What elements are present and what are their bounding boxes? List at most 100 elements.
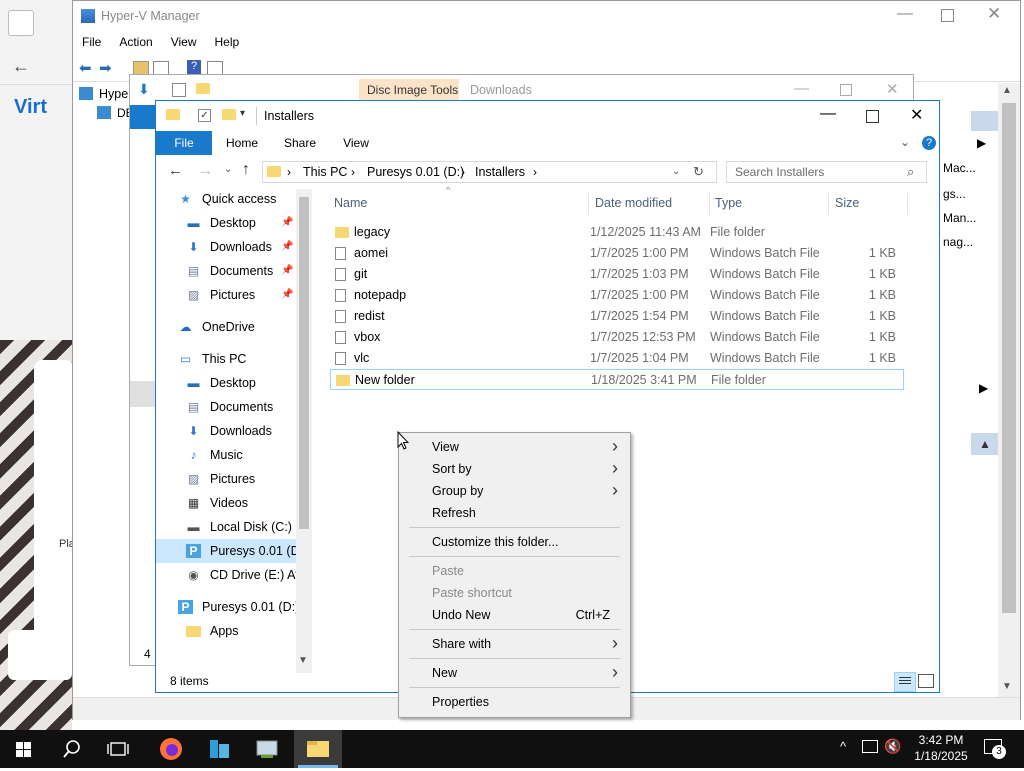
address-bar[interactable]: › This PC › Puresys 0.01 (D:) › Installe… [262, 161, 717, 183]
refresh-icon[interactable]: ↻ [693, 164, 704, 180]
nav-item[interactable]: ▤ Documents [156, 395, 296, 419]
expand-right-icon[interactable]: ▶ [979, 381, 988, 395]
action-item-2[interactable]: gs... [943, 187, 966, 201]
context-menu-item[interactable]: Group by › [399, 480, 630, 502]
context-menu-item[interactable]: Share with › [399, 633, 630, 655]
menu-view[interactable]: View [162, 32, 206, 52]
file-explorer-icon[interactable] [294, 730, 342, 768]
tab-view[interactable]: View [334, 131, 378, 155]
context-menu-item[interactable]: New › [399, 662, 630, 684]
hyperv-tree-item[interactable]: Hyper [99, 87, 132, 101]
column-name[interactable]: Name [334, 189, 367, 217]
context-menu-item[interactable]: Undo New Ctrl+Z [399, 604, 630, 626]
nav-item[interactable]: ☁ OneDrive [156, 315, 296, 339]
recent-locations-icon[interactable]: ⌄ [224, 164, 232, 175]
file-row[interactable]: git 1/7/2025 1:03 PM Windows Batch File 1 K… [330, 264, 900, 285]
up-arrow-icon[interactable]: ↑ [242, 161, 250, 179]
menu-help[interactable]: Help [206, 32, 249, 52]
nav-item[interactable]: ◉ CD Drive (E:) Atl [156, 563, 301, 587]
file-row[interactable]: vlc 1/7/2025 1:04 PM Windows Batch File 1 K… [330, 348, 900, 369]
scroll-up-icon[interactable]: ▲ [1002, 85, 1012, 96]
file-tab[interactable] [130, 105, 156, 129]
nav-item[interactable]: ★ Quick access [156, 187, 296, 211]
start-icon[interactable] [0, 730, 46, 768]
menu-action[interactable]: Action [110, 32, 161, 52]
nav-item[interactable]: ▨ Pictures [156, 467, 296, 491]
file-row[interactable]: aomei 1/7/2025 1:00 PM Windows Batch File 1… [330, 243, 900, 264]
close-icon[interactable]: ✕ [987, 4, 1001, 24]
help-icon[interactable]: ? [922, 136, 936, 150]
nav-scroll-down-icon[interactable]: ▼ [298, 655, 308, 666]
column-type[interactable]: Type [715, 189, 742, 217]
back-arrow-icon[interactable]: ← [168, 162, 183, 179]
context-menu-item[interactable]: Refresh [399, 502, 630, 524]
file-row[interactable]: vbox 1/7/2025 12:53 PM Windows Batch File 1… [330, 327, 900, 348]
nav-item[interactable]: ⬇ Downloads 📌 [156, 235, 296, 259]
scroll-thumb[interactable] [1002, 103, 1016, 613]
back-icon[interactable]: ⬅ [79, 59, 92, 77]
new-folder-icon[interactable] [222, 109, 236, 123]
show-hidden-icons[interactable]: ^ [840, 739, 846, 754]
action-item-3[interactable]: Man... [943, 211, 976, 225]
tab-home[interactable]: Home [220, 131, 264, 155]
nav-item[interactable]: ▤ Documents 📌 [156, 259, 296, 283]
address-dropdown-icon[interactable]: ⌄ [672, 166, 680, 177]
nav-item[interactable]: P Puresys 0.01 (D:) [156, 595, 299, 619]
tab-file[interactable]: File [156, 131, 212, 155]
customize-dropdown-icon[interactable]: ▾ [240, 108, 245, 119]
clock[interactable]: 3:42 PM 1/18/2025 [912, 732, 970, 764]
close-icon[interactable]: ✕ [886, 80, 899, 98]
close-icon[interactable]: ✕ [910, 105, 923, 125]
column-date-modified[interactable]: Date modified [595, 189, 672, 217]
file-row[interactable]: notepadp 1/7/2025 1:00 PM Windows Batch Fi… [330, 285, 900, 306]
task-view-icon[interactable] [96, 730, 142, 768]
hyperv-manager-icon[interactable] [244, 730, 290, 768]
collapse-up-icon-2[interactable]: ▲ [979, 437, 991, 451]
nav-item[interactable]: ▦ Videos [156, 491, 296, 515]
nav-item[interactable]: ♪ Music [156, 443, 296, 467]
column-size[interactable]: Size [835, 189, 859, 217]
large-icons-view-icon[interactable] [918, 674, 934, 688]
network-icon[interactable] [862, 740, 878, 753]
disc-image-tools-tab[interactable]: Disc Image Tools [359, 79, 459, 101]
nav-item[interactable]: Apps [156, 619, 296, 643]
breadcrumb-drive[interactable]: Puresys 0.01 (D:) [367, 165, 464, 179]
menu-file[interactable]: File [73, 32, 110, 52]
context-menu-item[interactable]: Properties [399, 691, 630, 713]
maximize-icon[interactable] [941, 9, 954, 22]
nav-item[interactable]: ▬ Desktop 📌 [156, 211, 296, 235]
properties-check-icon[interactable] [172, 83, 186, 97]
context-menu-item[interactable]: Paste [399, 560, 630, 582]
nav-item[interactable]: P Puresys 0.01 (D:) [156, 539, 307, 563]
breadcrumb-installers[interactable]: Installers [475, 165, 525, 179]
nav-scroll-thumb[interactable] [299, 197, 309, 529]
help-icon[interactable]: ? [187, 60, 201, 75]
action-item-1[interactable]: Mac... [943, 161, 976, 175]
nav-scrollbar[interactable]: ▼ [296, 189, 312, 673]
action-item[interactable]: ▶ [977, 136, 986, 150]
quick-access-download-icon[interactable]: ⬇ [138, 81, 150, 98]
nav-item[interactable]: ▨ Pictures 📌 [156, 283, 296, 307]
maximize-icon[interactable] [840, 84, 852, 96]
minimize-icon[interactable]: — [897, 5, 913, 23]
scroll-down-icon[interactable]: ▼ [1002, 681, 1012, 692]
breadcrumb-this-pc[interactable]: This PC [303, 165, 347, 179]
nav-item[interactable]: ▬ Desktop [156, 371, 296, 395]
action-item-4[interactable]: nag... [943, 235, 973, 249]
search-input[interactable]: Search Installers ⌕ [726, 161, 927, 183]
nav-item[interactable]: ▭ This PC [156, 347, 296, 371]
forward-arrow-icon[interactable]: → [198, 162, 213, 179]
tab-share[interactable]: Share [278, 131, 322, 155]
server-manager-icon[interactable] [196, 730, 242, 768]
expand-ribbon-icon[interactable]: ⌄ [900, 135, 910, 149]
context-menu-item[interactable]: Customize this folder... [399, 531, 630, 553]
file-row[interactable]: New folder 1/18/2025 3:41 PM File folder [330, 369, 904, 390]
file-row[interactable]: redist 1/7/2025 1:54 PM Windows Batch File… [330, 306, 900, 327]
nav-item[interactable]: ⬇ Downloads [156, 419, 296, 443]
properties-check-icon[interactable]: ✓ [198, 109, 211, 122]
context-menu-item[interactable]: Paste shortcut [399, 582, 630, 604]
maximize-icon[interactable] [866, 110, 879, 123]
volume-muted-icon[interactable]: 🔇 [884, 738, 901, 755]
context-menu-item[interactable]: Sort by › [399, 458, 630, 480]
firefox-icon[interactable] [148, 730, 194, 768]
